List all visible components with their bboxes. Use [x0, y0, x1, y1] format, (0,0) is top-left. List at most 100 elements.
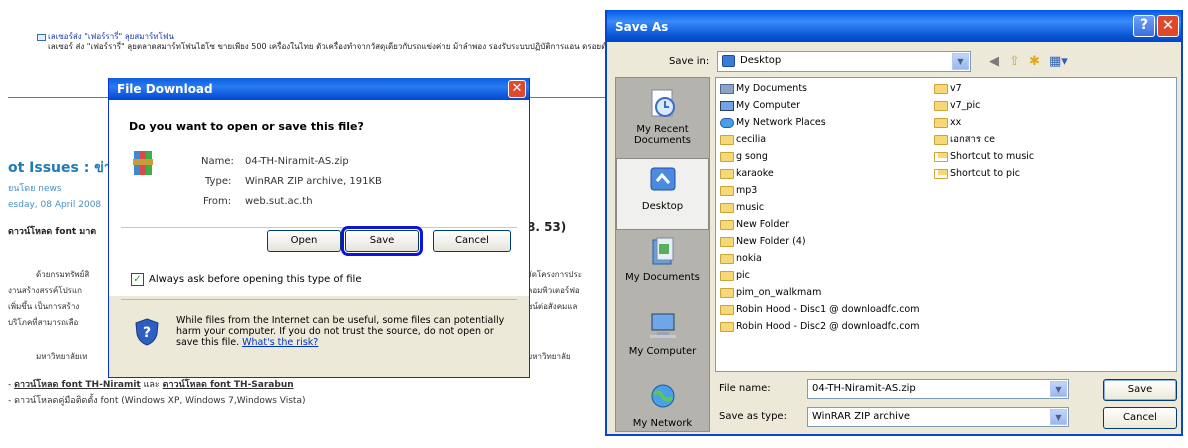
help-icon[interactable]: ?	[1133, 15, 1155, 37]
paragraph-fragment: มหาวิทยาลัย	[527, 352, 571, 361]
views-menu-icon[interactable]: ▦▾	[1049, 54, 1068, 69]
type-value: WinRAR ZIP archive, 191KB	[245, 176, 382, 187]
back-icon[interactable]: ◀	[989, 54, 999, 69]
file-download-titlebar[interactable]: File Download ✕	[109, 78, 529, 100]
cancel-button[interactable]: Cancel	[1103, 407, 1177, 429]
list-item[interactable]: New Folder (4)	[720, 235, 806, 249]
and-text: และ	[140, 380, 163, 390]
folder-icon	[720, 169, 734, 179]
folder-icon	[720, 220, 734, 230]
list-item[interactable]: g song	[720, 150, 768, 164]
article-author: ยนโดย news	[8, 184, 62, 194]
up-folder-icon[interactable]: ⇧	[1009, 54, 1020, 69]
always-ask-label[interactable]: Always ask before opening this type of f…	[149, 274, 362, 285]
list-item[interactable]: My Computer	[720, 99, 800, 113]
list-item[interactable]: cecilia	[720, 133, 766, 147]
download-heading-right: 8. 53)	[527, 220, 567, 234]
chevron-down-icon[interactable]: ▼	[952, 53, 969, 70]
list-item[interactable]: เอกสาร ce	[934, 133, 995, 147]
folder-icon	[934, 101, 948, 111]
folder-icon	[720, 135, 734, 145]
item-label: My Documents	[736, 83, 808, 94]
paragraph-fragment: ชน์ต่อสังคมแล	[527, 302, 578, 311]
always-ask-checkbox[interactable]: ✓	[131, 273, 144, 286]
place-my-recent-documents[interactable]: My Recent Documents	[616, 82, 709, 154]
item-label: v7_pic	[950, 100, 981, 111]
name-value: 04-TH-Niramit-AS.zip	[245, 156, 349, 167]
manual-download-line[interactable]: - ดาวน์โหลดคู่มือติดตั้ง font (Windows X…	[8, 393, 305, 407]
save-as-type-dropdown[interactable]: WinRAR ZIP archive ▼	[807, 407, 1069, 427]
paragraph-fragment: ด้วยกรมทรัพย์สิ	[36, 270, 90, 279]
place-my-network[interactable]: My Network	[616, 376, 709, 448]
folder-icon	[720, 254, 734, 264]
list-item[interactable]: pim_on_walkmam	[720, 286, 821, 300]
save-button[interactable]: Save	[341, 226, 423, 256]
save-in-value: Desktop	[740, 55, 782, 66]
chevron-down-icon[interactable]: ▼	[1050, 381, 1067, 397]
my-documents-icon	[720, 84, 734, 94]
download-sarabun-link[interactable]: ดาวน์โหลด font TH-Sarabun	[163, 380, 294, 390]
close-icon[interactable]: ✕	[508, 80, 526, 98]
item-label: Robin Hood - Disc1 @ downloadfc.com	[736, 304, 920, 315]
list-item[interactable]: xx	[934, 116, 961, 130]
recent-documents-icon	[651, 89, 675, 117]
list-item[interactable]: New Folder	[720, 218, 789, 232]
list-item[interactable]: karaoke	[720, 167, 774, 181]
download-niramit-link[interactable]: ดาวน์โหลด font TH-Niramit	[14, 380, 141, 390]
list-item[interactable]: v7	[934, 82, 962, 96]
item-label: music	[736, 202, 765, 213]
save-in-dropdown[interactable]: Desktop ▼	[717, 51, 971, 72]
separator	[121, 227, 517, 228]
place-label: Desktop	[641, 201, 684, 212]
close-icon[interactable]: ✕	[1157, 15, 1179, 37]
chevron-down-icon[interactable]: ▼	[1050, 409, 1067, 425]
item-label: xx	[950, 117, 962, 128]
list-item[interactable]: My Network Places	[720, 116, 826, 130]
desktop-icon	[650, 167, 675, 191]
new-folder-icon[interactable]: ✱	[1029, 54, 1040, 69]
place-label: My Computer	[628, 346, 697, 357]
save-as-dialog: Save As ? ✕ Save in: Desktop ▼ ◀ ⇧ ✱ ▦▾ …	[605, 10, 1183, 436]
item-label: cecilia	[736, 134, 767, 145]
list-item[interactable]: Shortcut to pic	[934, 167, 1020, 181]
my-documents-icon	[652, 237, 673, 265]
download-heading-left: ดาวน์โหลด font มาต	[8, 227, 97, 237]
place-my-computer[interactable]: My Computer	[616, 304, 709, 376]
item-label: g song	[736, 151, 768, 162]
list-item[interactable]: Shortcut to music	[934, 150, 1034, 164]
warning-body: While files from the Internet can be use…	[176, 315, 505, 348]
save-button[interactable]: Save	[1103, 379, 1177, 401]
place-my-documents[interactable]: My Documents	[616, 230, 709, 302]
item-label: pim_on_walkmam	[736, 287, 822, 298]
item-label: เอกสาร ce	[950, 134, 996, 145]
folder-icon	[934, 135, 948, 145]
shortcut-folder-icon	[934, 152, 948, 162]
save-as-titlebar[interactable]: Save As ? ✕	[607, 10, 1181, 42]
from-label: From:	[203, 196, 232, 207]
list-item[interactable]: pic	[720, 269, 750, 283]
warning-text: While files from the Internet can be use…	[176, 315, 506, 348]
file-list[interactable]: My Documents My Computer My Network Plac…	[715, 77, 1177, 372]
download-links-line: - ดาวน์โหลด font TH-Niramit และ ดาวน์โหล…	[8, 377, 294, 391]
open-button[interactable]: Open	[267, 230, 341, 252]
name-label: Name:	[201, 156, 234, 167]
folder-icon	[720, 152, 734, 162]
cancel-button[interactable]: Cancel	[433, 230, 511, 252]
list-item[interactable]: My Documents	[720, 82, 807, 96]
list-item[interactable]: Robin Hood - Disc2 @ downloadfc.com	[720, 320, 920, 334]
list-item[interactable]: v7_pic	[934, 99, 980, 113]
list-item[interactable]: music	[720, 201, 764, 215]
list-item[interactable]: Robin Hood - Disc1 @ downloadfc.com	[720, 303, 920, 317]
file-name-field[interactable]: 04-TH-Niramit-AS.zip ▼	[807, 379, 1069, 399]
my-computer-icon	[649, 313, 676, 338]
item-label: Shortcut to pic	[950, 168, 1020, 179]
place-desktop[interactable]: Desktop	[616, 158, 709, 230]
my-network-icon	[651, 384, 674, 408]
list-item[interactable]: nokia	[720, 252, 762, 266]
shortcut-folder-icon	[934, 169, 948, 179]
folder-icon	[720, 288, 734, 298]
list-item[interactable]: mp3	[720, 184, 757, 198]
whats-the-risk-link[interactable]: What's the risk?	[242, 337, 318, 348]
item-label: nokia	[736, 253, 762, 264]
save-as-type-value: WinRAR ZIP archive	[812, 411, 911, 422]
